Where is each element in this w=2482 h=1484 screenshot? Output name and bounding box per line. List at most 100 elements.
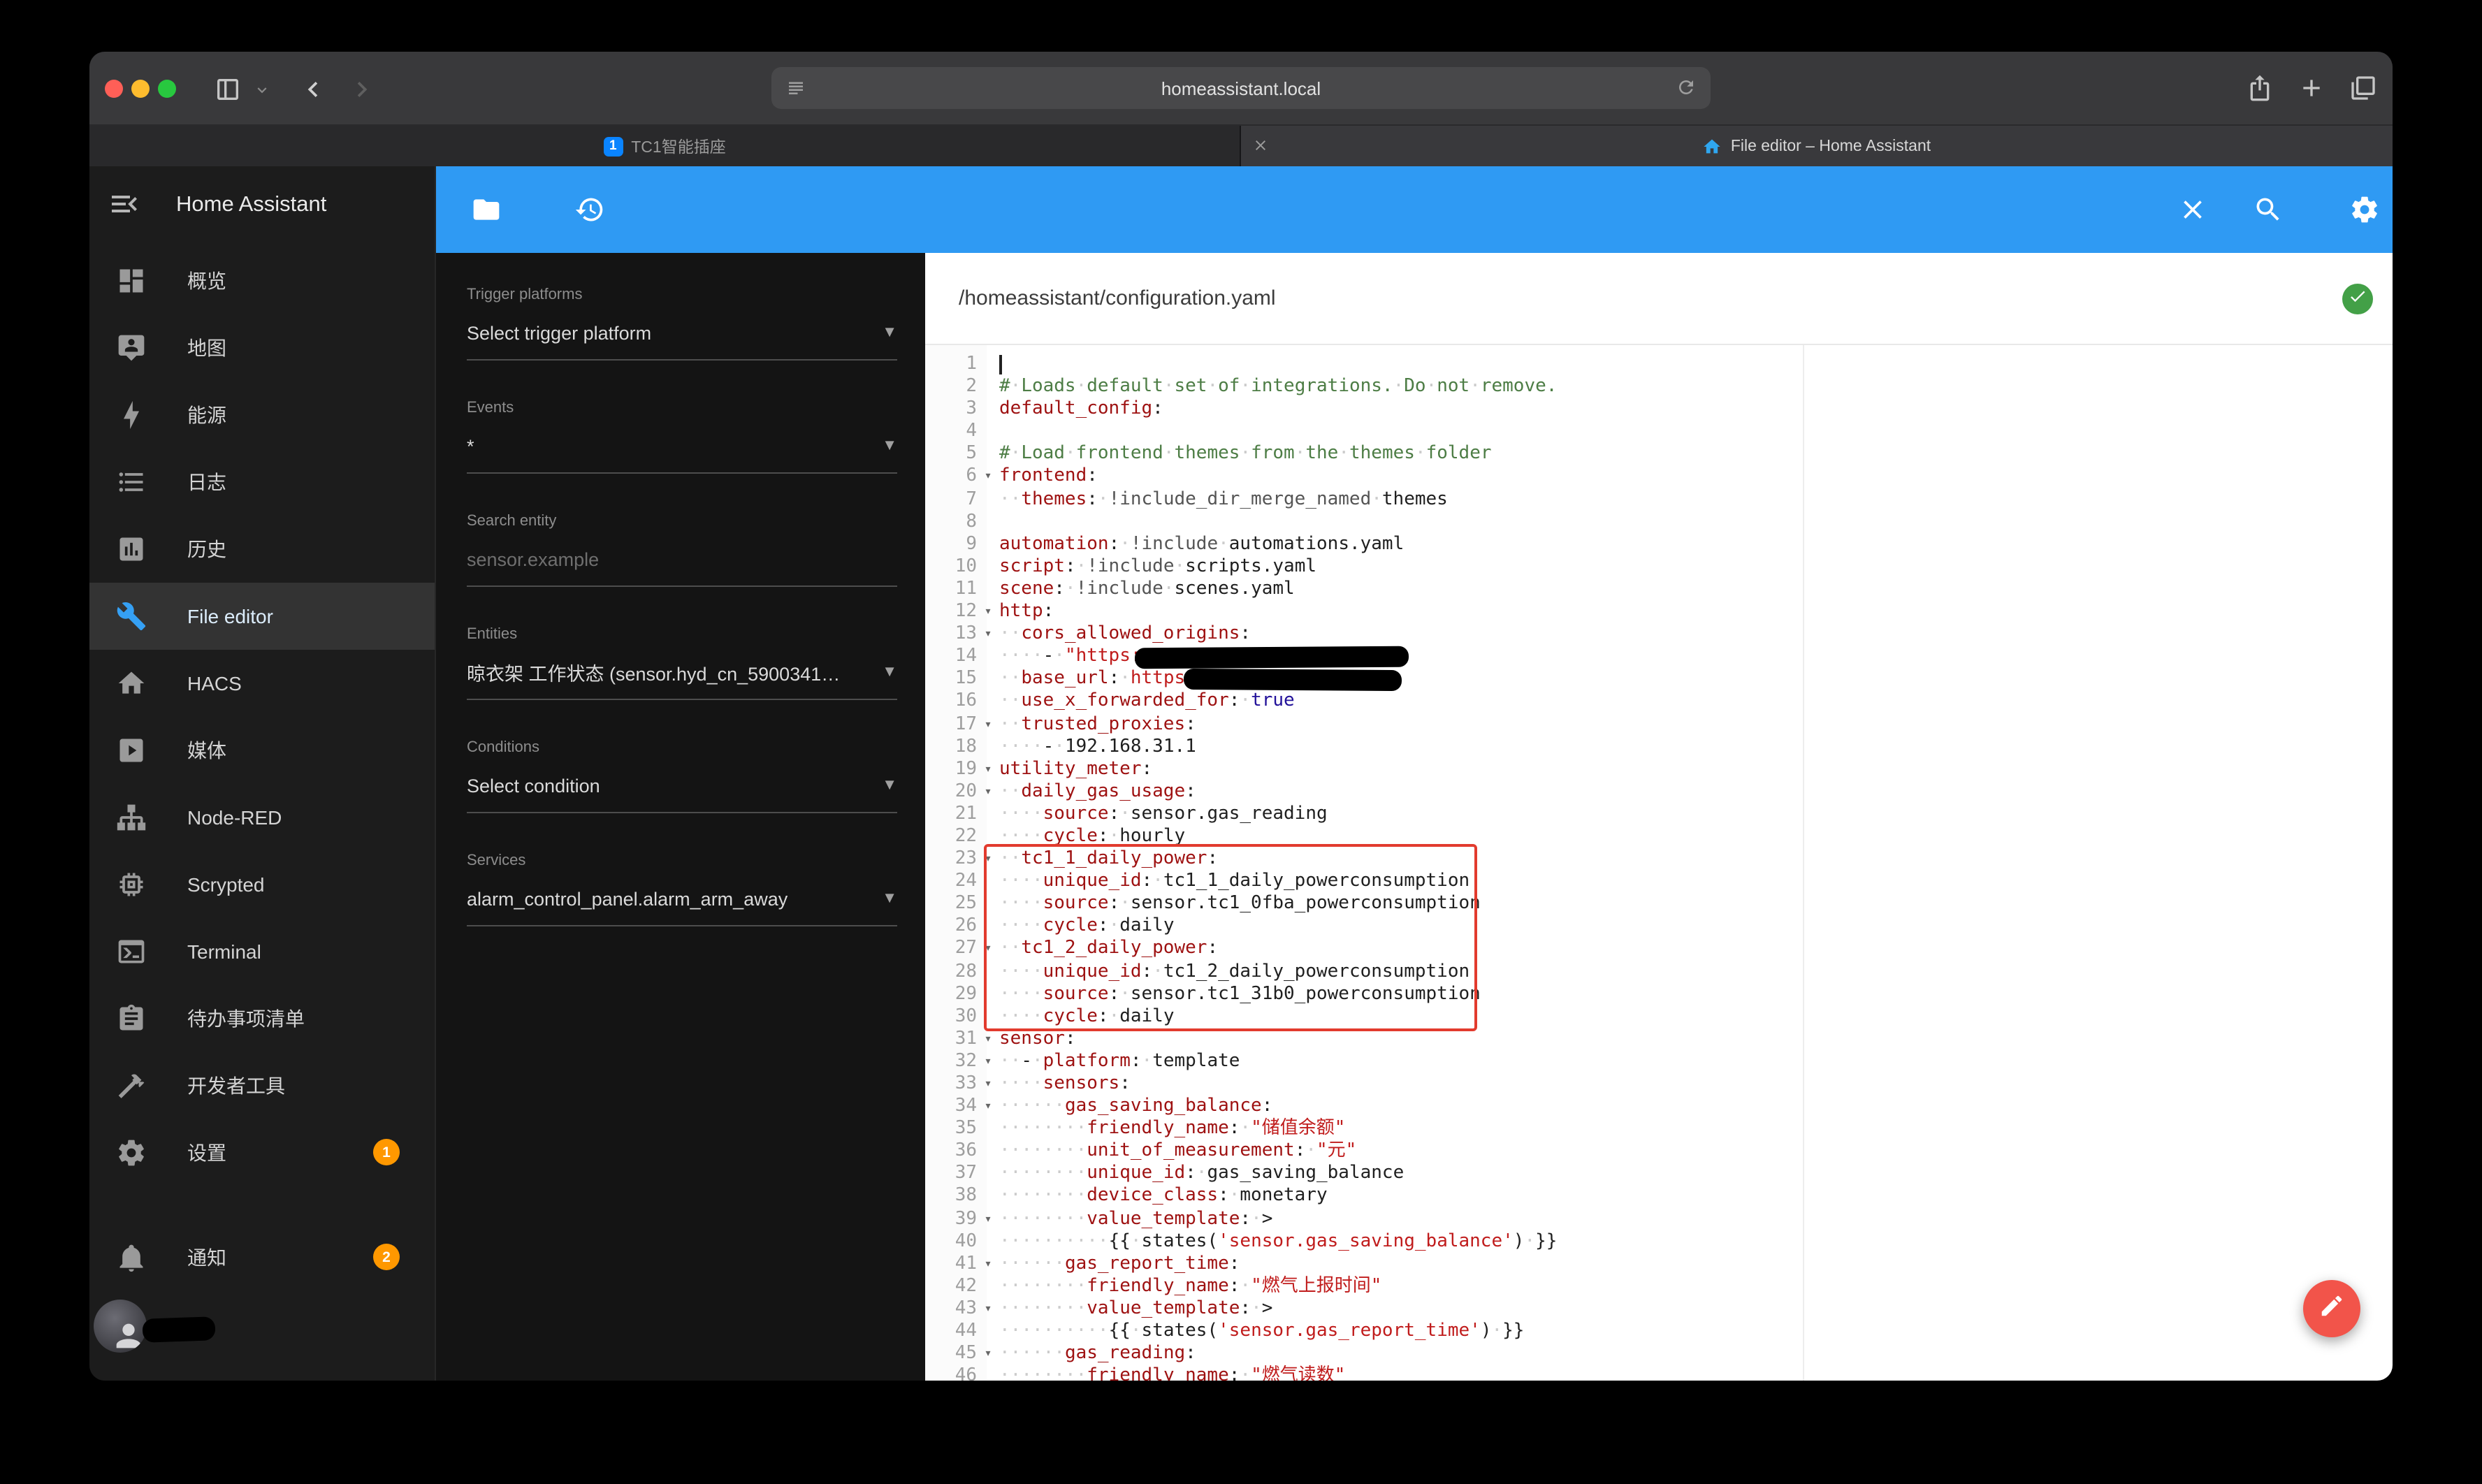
- search-entity-input[interactable]: sensor.example: [467, 548, 897, 569]
- code-line[interactable]: 8: [925, 511, 2393, 533]
- code-line[interactable]: 42 ········friendly_name:·"燃气上报时间": [925, 1276, 2393, 1298]
- code-line[interactable]: 32 ▾ ··-·platform:·template: [925, 1051, 2393, 1073]
- sidebar-item-notifications[interactable]: 通知 2: [89, 1224, 435, 1291]
- code-line[interactable]: 13 ▾ ··cors_allowed_origins:: [925, 623, 2393, 646]
- fold-marker[interactable]: ▾: [977, 1343, 999, 1365]
- minimize-window-button[interactable]: [131, 80, 150, 98]
- folder-icon[interactable]: [471, 194, 502, 232]
- entities-select[interactable]: 晾衣架 工作状态 (sensor.hyd_cn_5900341…: [467, 658, 873, 686]
- fold-marker[interactable]: ▾: [977, 1096, 999, 1118]
- code-line[interactable]: 9 automation:·!include·automations.yaml: [925, 534, 2393, 556]
- fold-marker[interactable]: ▾: [977, 1208, 999, 1230]
- code-line[interactable]: 34 ▾ ······gas_saving_balance:: [925, 1096, 2393, 1118]
- code-line[interactable]: 31 ▾ sensor:: [925, 1028, 2393, 1051]
- sidebar-item-scrypted[interactable]: Scrypted: [89, 851, 435, 918]
- code-line[interactable]: 19 ▾ utility_meter:: [925, 758, 2393, 780]
- code-line[interactable]: 46 ········friendly_name:·"燃气读数": [925, 1365, 2393, 1381]
- code-line[interactable]: 17 ▾ ··trusted_proxies:: [925, 713, 2393, 736]
- settings-gear-icon[interactable]: [2349, 194, 2380, 232]
- forward-button[interactable]: [347, 74, 377, 105]
- code-line[interactable]: 44 ··········{{·states('sensor.gas_report…: [925, 1321, 2393, 1343]
- fold-marker[interactable]: ▾: [977, 1073, 999, 1096]
- code-line[interactable]: 16 ··use_x_forwarded_for:·true: [925, 691, 2393, 713]
- fold-marker[interactable]: ▾: [977, 781, 999, 803]
- fold-marker[interactable]: ▾: [977, 1298, 999, 1321]
- sidebar-item-settings[interactable]: 设置 1: [89, 1119, 435, 1186]
- fold-marker[interactable]: ▾: [977, 601, 999, 623]
- code-line[interactable]: 41 ▾ ······gas_report_time:: [925, 1253, 2393, 1276]
- close-tab-icon[interactable]: [1252, 137, 1269, 158]
- sidebar-item-energy[interactable]: 能源: [89, 381, 435, 449]
- code-line[interactable]: 36 ········unit_of_measurement:·"元": [925, 1141, 2393, 1163]
- zoom-window-button[interactable]: [158, 80, 176, 98]
- code-line[interactable]: 38 ········device_class:·monetary: [925, 1186, 2393, 1208]
- close-window-button[interactable]: [105, 80, 123, 98]
- search-icon[interactable]: [2253, 194, 2284, 232]
- code-line[interactable]: 10 script:·!include·scripts.yaml: [925, 556, 2393, 579]
- sidebar-header: Home Assistant: [89, 166, 435, 247]
- sidebar-item-media[interactable]: 媒体: [89, 717, 435, 784]
- url-field[interactable]: homeassistant.local: [771, 67, 1711, 109]
- code-line[interactable]: 39 ▾ ········value_template:·>: [925, 1208, 2393, 1230]
- reader-icon[interactable]: [785, 77, 806, 102]
- file-path[interactable]: /homeassistant/configuration.yaml: [959, 286, 1276, 310]
- code-line[interactable]: 35 ········friendly_name:·"储值余额": [925, 1118, 2393, 1140]
- sidebar-item-history[interactable]: 历史: [89, 516, 435, 583]
- fold-marker[interactable]: ▾: [977, 1051, 999, 1073]
- tab-tc1[interactable]: 1 TC1智能插座: [89, 126, 1241, 166]
- tab-overview-icon[interactable]: [2349, 74, 2377, 102]
- code-line[interactable]: 20 ▾ ··daily_gas_usage:: [925, 781, 2393, 803]
- code-line[interactable]: 40 ··········{{·states('sensor.gas_saving…: [925, 1230, 2393, 1253]
- back-button[interactable]: [298, 74, 328, 105]
- code-line[interactable]: 33 ▾ ····sensors:: [925, 1073, 2393, 1096]
- events-select[interactable]: *: [467, 435, 873, 456]
- sidebar-item-hacs[interactable]: HACS: [89, 650, 435, 717]
- code-line[interactable]: 7 ··themes:·!include_dir_merge_named·them…: [925, 488, 2393, 511]
- sidebar-item-terminal[interactable]: Terminal: [89, 918, 435, 985]
- code-line[interactable]: 2 #·Loads·default·set·of·integrations.·Do…: [925, 376, 2393, 398]
- new-tab-icon[interactable]: [2298, 74, 2325, 102]
- share-icon[interactable]: [2246, 74, 2274, 102]
- code-line[interactable]: 3 default_config:: [925, 398, 2393, 421]
- menu-toggle-icon[interactable]: [108, 187, 141, 228]
- sidebar-item-dev-tools[interactable]: 开发者工具: [89, 1052, 435, 1119]
- code-line[interactable]: 6 ▾ frontend:: [925, 466, 2393, 488]
- fold-marker[interactable]: ▾: [977, 623, 999, 646]
- reload-icon[interactable]: [1676, 77, 1697, 102]
- code-line[interactable]: 1: [925, 354, 2393, 376]
- code-line[interactable]: 12 ▾ http:: [925, 601, 2393, 623]
- field-group-search-entity: Search entity sensor.example: [467, 513, 897, 587]
- code-line[interactable]: 21 ····source:·sensor.gas_reading: [925, 803, 2393, 826]
- sidebar-item-todo[interactable]: 待办事项清单: [89, 985, 435, 1052]
- code-line[interactable]: 43 ▾ ········value_template:·>: [925, 1298, 2393, 1321]
- close-icon[interactable]: [2177, 194, 2208, 232]
- fold-marker[interactable]: ▾: [977, 758, 999, 780]
- edit-fab[interactable]: [2303, 1280, 2360, 1337]
- sidebar-item-logbook[interactable]: 日志: [89, 449, 435, 516]
- sidebar-item-overview[interactable]: 概览: [89, 247, 435, 314]
- field-group-conditions: Conditions Select condition ▼: [467, 739, 897, 813]
- tab-file-editor[interactable]: File editor – Home Assistant: [1241, 126, 2393, 166]
- user-avatar[interactable]: [94, 1300, 147, 1353]
- conditions-select[interactable]: Select condition: [467, 775, 873, 796]
- fold-marker[interactable]: ▾: [977, 1028, 999, 1051]
- sidebar-toggle-icon[interactable]: [214, 75, 242, 103]
- code-line[interactable]: 15 ··base_url:·https: [925, 669, 2393, 691]
- code-line[interactable]: 45 ▾ ······gas_reading:: [925, 1343, 2393, 1365]
- fold-marker[interactable]: ▾: [977, 1253, 999, 1276]
- code-line[interactable]: 5 #·Load·frontend·themes·from·the·themes·…: [925, 444, 2393, 466]
- sidebar-item-node-red[interactable]: Node-RED: [89, 784, 435, 851]
- services-select[interactable]: alarm_control_panel.alarm_arm_away: [467, 888, 873, 909]
- code-line[interactable]: 11 scene:·!include·scenes.yaml: [925, 579, 2393, 601]
- trigger-platforms-select[interactable]: Select trigger platform: [467, 322, 873, 343]
- chevron-down-icon[interactable]: [253, 81, 271, 99]
- code-line[interactable]: 37 ········unique_id:·gas_saving_balance: [925, 1163, 2393, 1186]
- fold-marker[interactable]: ▾: [977, 466, 999, 488]
- history-icon[interactable]: [574, 194, 605, 232]
- fold-marker[interactable]: ▾: [977, 713, 999, 736]
- line-number: 36: [955, 1140, 977, 1162]
- sidebar-item-map[interactable]: 地图: [89, 314, 435, 381]
- code-line[interactable]: 18 ····-·192.168.31.1: [925, 736, 2393, 758]
- sidebar-item-file-editor[interactable]: File editor: [89, 583, 435, 650]
- code-line[interactable]: 4: [925, 421, 2393, 444]
